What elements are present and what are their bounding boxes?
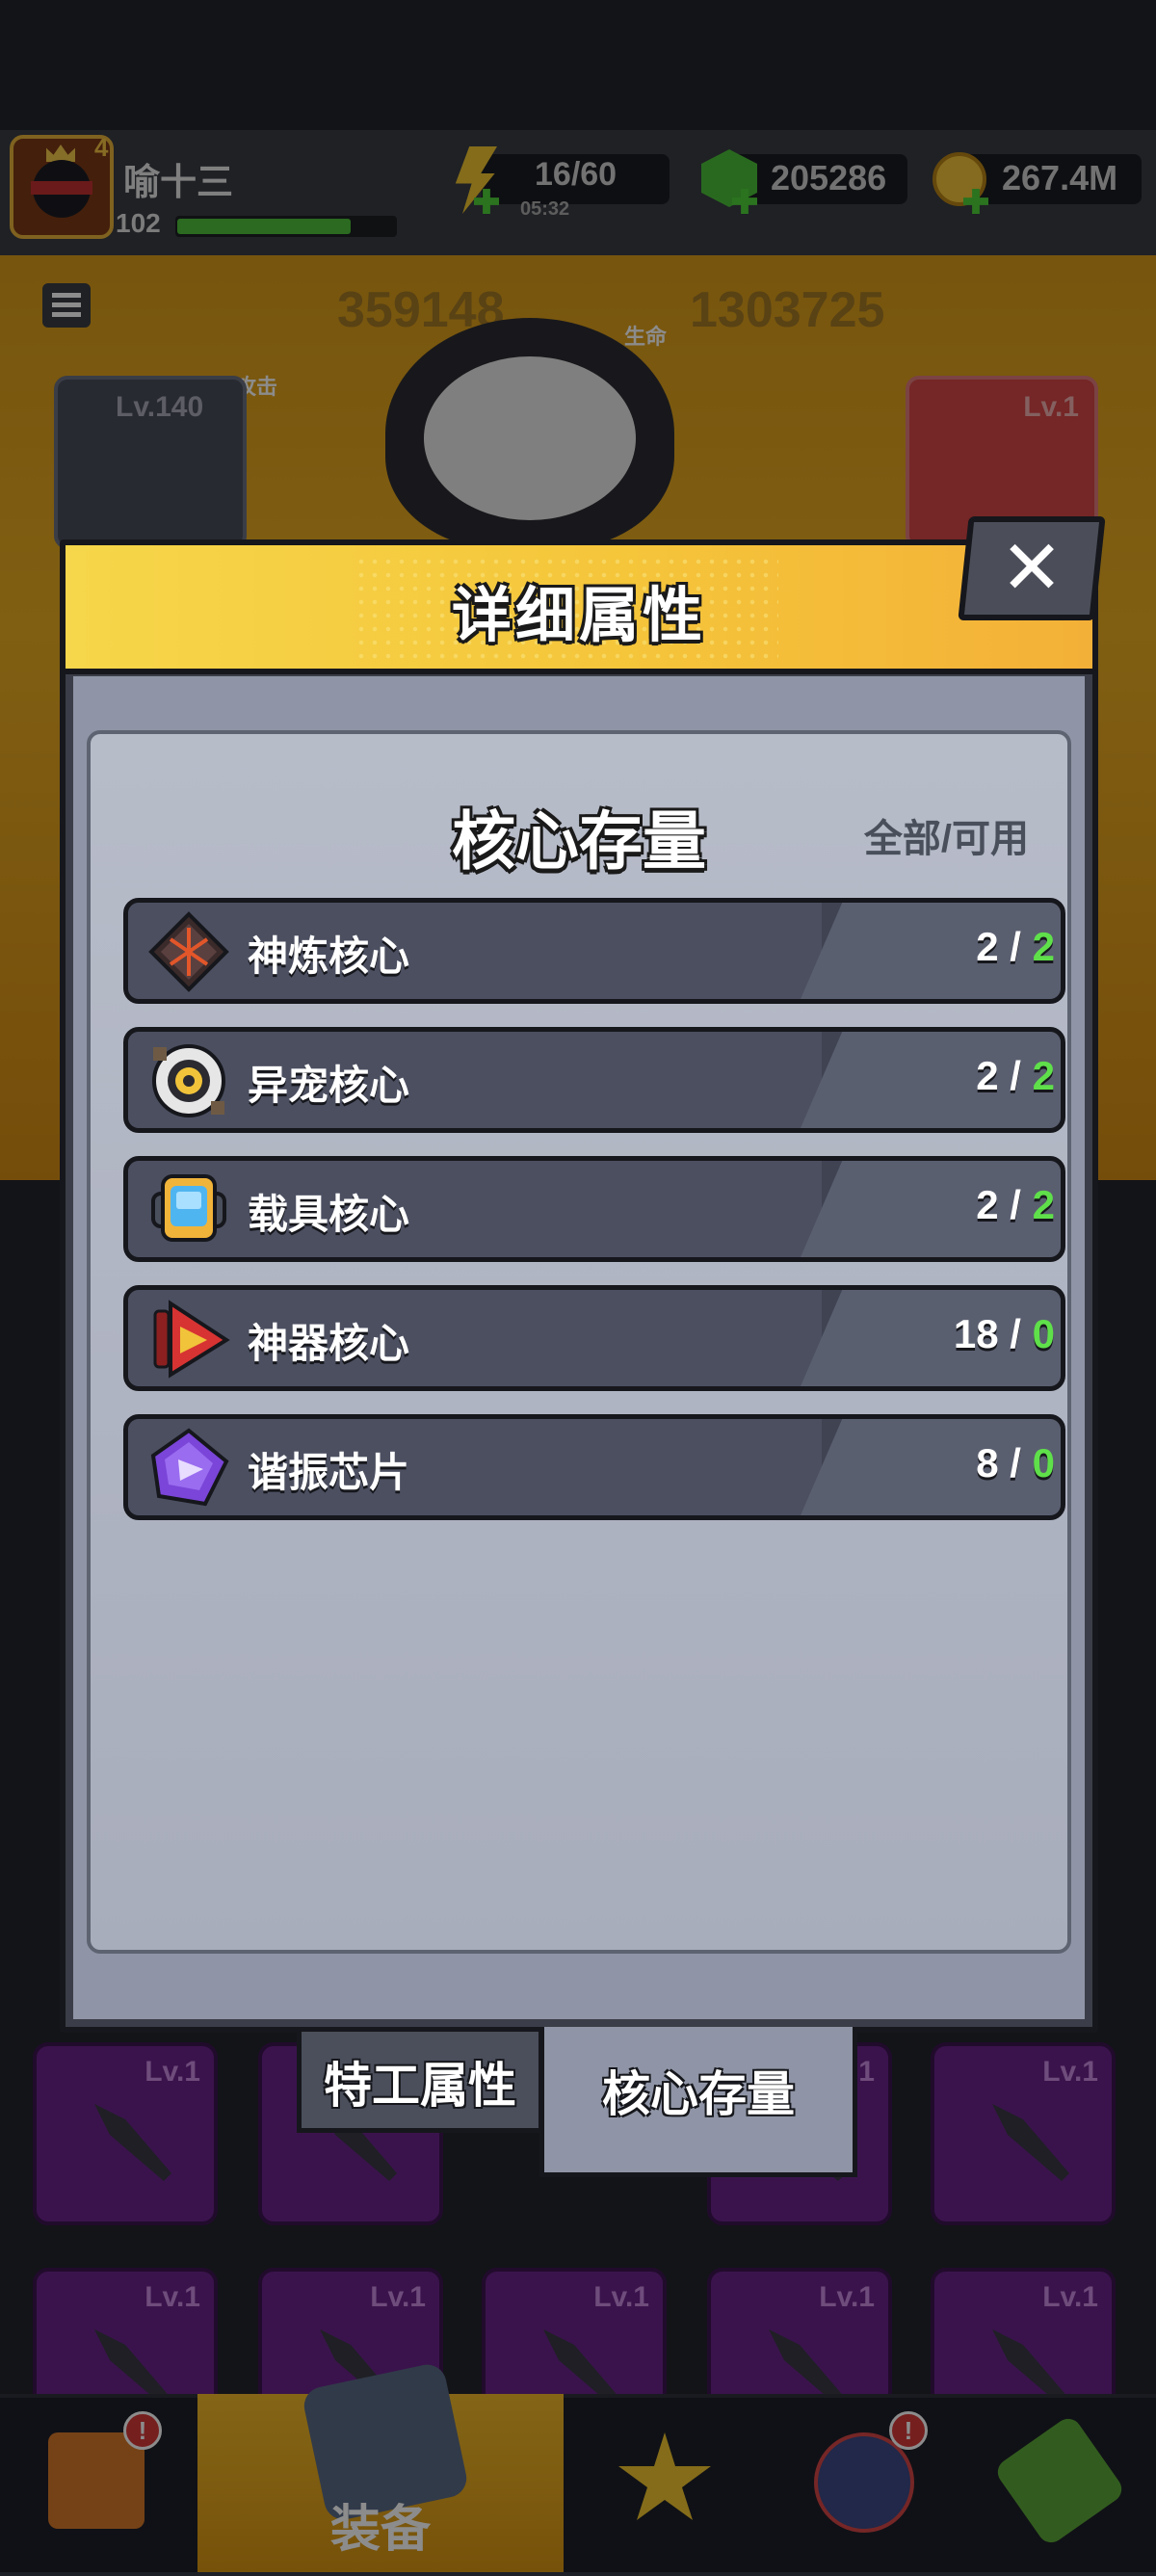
vehicle-core-icon bbox=[151, 1174, 226, 1242]
dialog-body: 核心存量 全部/可用 神炼核心 2 / 2 异宠核心 2 / 2 载具核心 2 … bbox=[73, 676, 1085, 2019]
core-count: 18 / 0 bbox=[953, 1311, 1055, 1356]
core-name: 载具核心 bbox=[248, 1192, 410, 1237]
core-name: 谐振芯片 bbox=[248, 1450, 410, 1495]
core-count: 2 / 2 bbox=[976, 1053, 1055, 1098]
panel-subtitle: 全部/可用 bbox=[863, 818, 1029, 860]
dialog-header: 详细属性 bbox=[66, 545, 1092, 674]
close-icon: ✕ bbox=[1000, 525, 1064, 610]
resonance-chip-icon bbox=[150, 1428, 229, 1507]
close-button[interactable]: ✕ bbox=[958, 516, 1106, 620]
core-name: 异宠核心 bbox=[248, 1063, 410, 1108]
core-row: 载具核心 2 / 2 bbox=[123, 1156, 1065, 1262]
tab-label: 核心存量 bbox=[602, 2067, 795, 2121]
tab-label: 特工属性 bbox=[324, 2059, 516, 2113]
core-name: 神器核心 bbox=[248, 1321, 410, 1366]
detail-attributes-dialog: 详细属性 核心存量 全部/可用 神炼核心 2 / 2 异宠核心 2 / 2 载具… bbox=[60, 539, 1098, 2033]
dialog-title: 详细属性 bbox=[451, 583, 706, 649]
core-count: 2 / 2 bbox=[976, 1182, 1055, 1227]
core-row: 谐振芯片 8 / 0 bbox=[123, 1414, 1065, 1520]
artifact-core-icon bbox=[153, 1300, 230, 1379]
core-row: 异宠核心 2 / 2 bbox=[123, 1027, 1065, 1133]
core-count: 8 / 0 bbox=[976, 1440, 1055, 1485]
tab-core-storage[interactable]: 核心存量 bbox=[539, 2027, 857, 2177]
core-storage-panel: 核心存量 全部/可用 神炼核心 2 / 2 异宠核心 2 / 2 载具核心 2 … bbox=[87, 730, 1071, 1954]
divine-core-icon bbox=[148, 911, 229, 992]
core-row: 神器核心 18 / 0 bbox=[123, 1285, 1065, 1391]
tab-agent-attributes[interactable]: 特工属性 bbox=[297, 2027, 543, 2133]
core-name: 神炼核心 bbox=[248, 933, 410, 979]
core-row: 神炼核心 2 / 2 bbox=[123, 898, 1065, 1004]
pet-core-icon bbox=[152, 1044, 225, 1117]
core-count: 2 / 2 bbox=[976, 924, 1055, 969]
